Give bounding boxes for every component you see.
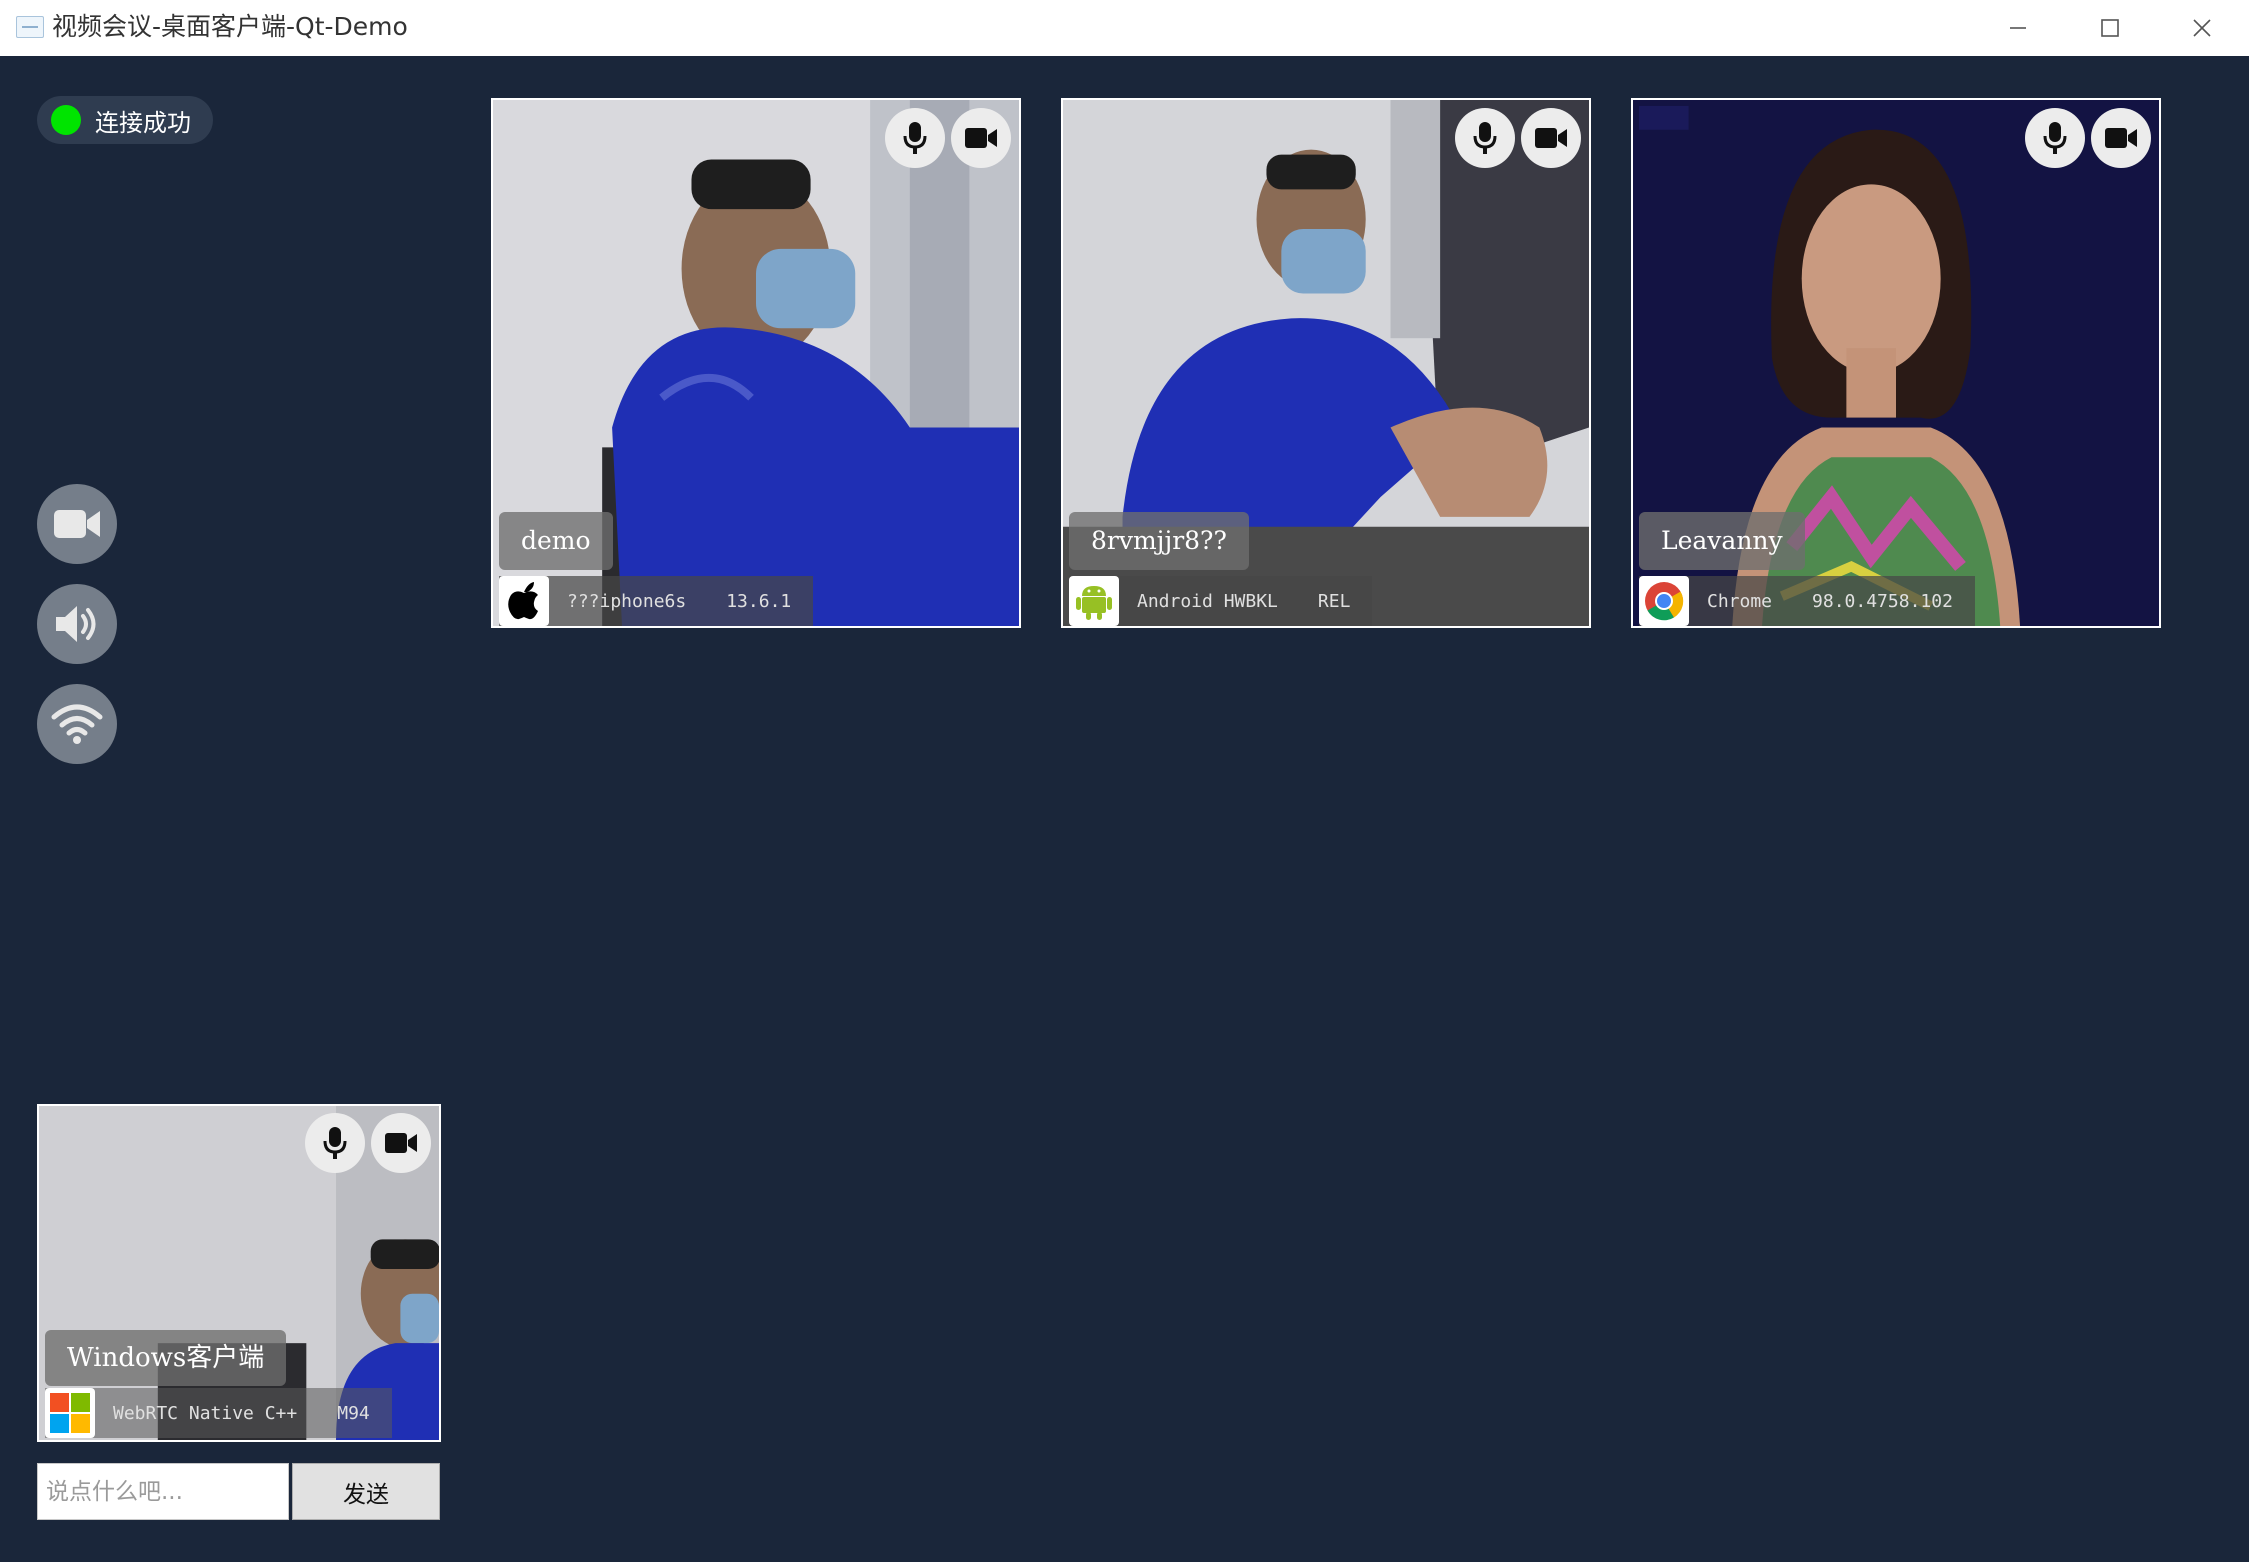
device-name: Android HWBKL: [1137, 590, 1278, 612]
local-name: Windows客户端: [45, 1330, 287, 1386]
video-camera-icon: [965, 128, 997, 148]
participant-tile[interactable]: Leavanny Chrome 98.0.4758.102: [1631, 98, 2161, 628]
android-icon: [1069, 576, 1119, 626]
camera-button[interactable]: [1521, 108, 1581, 168]
minimize-icon: [2010, 27, 2026, 29]
video-camera-icon: [2105, 128, 2137, 148]
participant-tile[interactable]: demo ???iphone6s 13.6.1: [491, 98, 1021, 628]
speaker-icon: [56, 606, 96, 642]
microphone-icon: [2043, 122, 2067, 154]
close-icon: [2193, 19, 2211, 37]
mic-button[interactable]: [305, 1113, 365, 1173]
maximize-button[interactable]: [2064, 0, 2156, 56]
minimize-button[interactable]: [1972, 0, 2064, 56]
mic-button[interactable]: [1455, 108, 1515, 168]
participant-tile[interactable]: 8rvmjjr8?? Android HWBKL REL: [1061, 98, 1591, 628]
participant-name: Leavanny: [1639, 512, 1805, 570]
device-version: 13.6.1: [726, 590, 792, 612]
status-indicator: [51, 105, 81, 135]
device-info: ???iphone6s 13.6.1: [499, 576, 814, 626]
wifi-button[interactable]: [37, 684, 117, 764]
title-bar: 视频会议-桌面客户端-Qt-Demo: [0, 0, 2249, 56]
device-name: Chrome: [1707, 590, 1773, 612]
maximize-icon: [2101, 19, 2119, 37]
speaker-toggle-button[interactable]: [37, 584, 117, 664]
close-button[interactable]: [2156, 0, 2248, 56]
send-button[interactable]: 发送: [292, 1463, 440, 1520]
camera-toggle-button[interactable]: [37, 484, 117, 564]
chat-input[interactable]: [37, 1463, 289, 1520]
camera-button[interactable]: [371, 1113, 431, 1173]
microphone-icon: [323, 1127, 347, 1159]
camera-button[interactable]: [951, 108, 1011, 168]
windows-icon: [45, 1388, 95, 1438]
mic-button[interactable]: [885, 108, 945, 168]
device-version: REL: [1317, 590, 1351, 612]
window-title: 视频会议-桌面客户端-Qt-Demo: [52, 12, 408, 41]
device-version: 98.0.4758.102: [1812, 590, 1953, 612]
device-info: Chrome 98.0.4758.102: [1639, 576, 1975, 626]
app-icon: [16, 16, 44, 38]
participant-name: 8rvmjjr8??: [1069, 512, 1249, 570]
camera-button[interactable]: [2091, 108, 2151, 168]
apple-icon: [499, 576, 549, 626]
device-info: Android HWBKL REL: [1069, 576, 1373, 626]
microphone-icon: [1473, 122, 1497, 154]
microphone-icon: [903, 122, 927, 154]
connection-status: 连接成功: [37, 96, 213, 144]
device-version: M94: [337, 1402, 370, 1424]
video-camera-icon: [1535, 128, 1567, 148]
chrome-icon: [1639, 576, 1689, 626]
status-label: 连接成功: [95, 108, 191, 137]
video-camera-icon: [385, 1133, 417, 1153]
device-name: WebRTC Native C++: [113, 1402, 298, 1424]
wifi-icon: [51, 704, 103, 744]
local-preview-tile[interactable]: Windows客户端 WebRTC Native C++ M94: [37, 1104, 441, 1442]
device-info: WebRTC Native C++ M94: [45, 1388, 392, 1438]
mic-button[interactable]: [2025, 108, 2085, 168]
participant-name: demo: [499, 512, 613, 570]
video-camera-icon: [54, 510, 100, 538]
device-name: ???iphone6s: [567, 590, 687, 612]
